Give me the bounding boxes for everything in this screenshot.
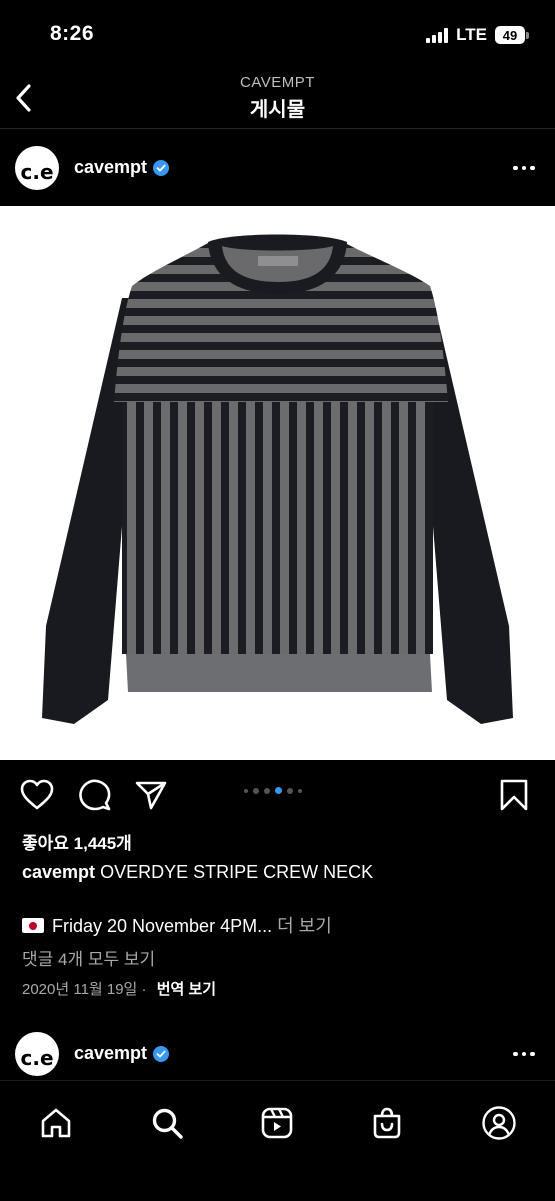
post-date: 2020년 11월 19일: [22, 981, 138, 998]
avatar-logo: c.e: [20, 1046, 53, 1070]
avatar-text: c.e: [20, 160, 53, 184]
battery-level: 49: [495, 26, 525, 44]
send-icon: [135, 781, 167, 810]
share-button[interactable]: [134, 779, 168, 816]
caption: cavempt OVERDYE STRIPE CREW NECK: [22, 862, 373, 883]
view-comments-link[interactable]: 댓글 4개 모두 보기: [22, 945, 155, 970]
reels-icon: [261, 1107, 293, 1139]
next-post-avatar[interactable]: c.e: [15, 1032, 59, 1076]
status-time: 8:26: [50, 22, 95, 45]
bookmark-icon: [500, 779, 528, 811]
save-button[interactable]: [499, 779, 529, 816]
more-options-button[interactable]: [513, 158, 535, 178]
shop-icon: [373, 1107, 401, 1139]
verified-badge-icon: [153, 159, 170, 176]
carousel-indicator: [244, 787, 302, 794]
japan-flag-icon: [22, 918, 44, 933]
avatar-logo: c.e: [20, 160, 53, 184]
search-icon: [152, 1108, 183, 1139]
tab-reels[interactable]: [255, 1101, 299, 1145]
header-subtitle: CAVEMPT: [240, 74, 315, 91]
post-meta: 2020년 11월 19일 · 번역 보기: [22, 978, 216, 999]
caption-extra: Friday 20 November 4PM... 더 보기: [22, 912, 332, 938]
status-indicators: LTE 49: [426, 24, 529, 46]
signal-icon: [426, 27, 449, 43]
tab-shop[interactable]: [365, 1101, 409, 1145]
username[interactable]: cavempt: [74, 157, 147, 178]
carousel-dot: [264, 787, 270, 794]
profile-icon: [482, 1106, 516, 1140]
carousel-dot: [253, 787, 259, 794]
header-divider: [0, 128, 555, 129]
heart-icon: [20, 779, 54, 810]
next-avatar-text: c.e: [20, 1046, 53, 1070]
caption-text: OVERDYE STRIPE CREW NECK: [100, 862, 374, 882]
battery-icon: 49: [495, 26, 529, 44]
carousel-dot: [287, 787, 293, 794]
tab-profile[interactable]: [477, 1101, 521, 1145]
carousel-dot: [275, 787, 282, 794]
tab-home[interactable]: [34, 1101, 78, 1145]
bottom-nav: [0, 1080, 555, 1201]
next-post-username[interactable]: cavempt: [74, 1043, 147, 1064]
likes-count[interactable]: 좋아요 1,445개: [22, 829, 132, 854]
home-icon: [41, 1108, 71, 1138]
next-post-more-button[interactable]: [513, 1044, 535, 1064]
caption-extra-text: Friday 20 November 4PM...: [52, 916, 273, 936]
post-meta-separator: ·: [137, 981, 151, 998]
next-post-user[interactable]: cavempt: [74, 1043, 170, 1064]
carousel-dot: [298, 788, 302, 793]
caption-username[interactable]: cavempt: [22, 862, 95, 882]
translate-link[interactable]: 번역 보기: [157, 981, 216, 998]
more-link[interactable]: 더 보기: [277, 916, 332, 936]
comment-icon: [79, 779, 111, 811]
verified-badge-icon: [153, 1045, 170, 1062]
post-user[interactable]: cavempt: [74, 157, 170, 178]
carousel-dot: [244, 788, 248, 793]
sweater-image: [42, 234, 513, 724]
avatar[interactable]: c.e: [15, 146, 59, 190]
like-button[interactable]: [20, 779, 54, 816]
page-title: 게시물: [249, 99, 306, 121]
tab-search[interactable]: [145, 1101, 189, 1145]
comment-button[interactable]: [78, 779, 112, 816]
network-label: LTE: [456, 25, 487, 44]
post-image[interactable]: [0, 206, 555, 760]
